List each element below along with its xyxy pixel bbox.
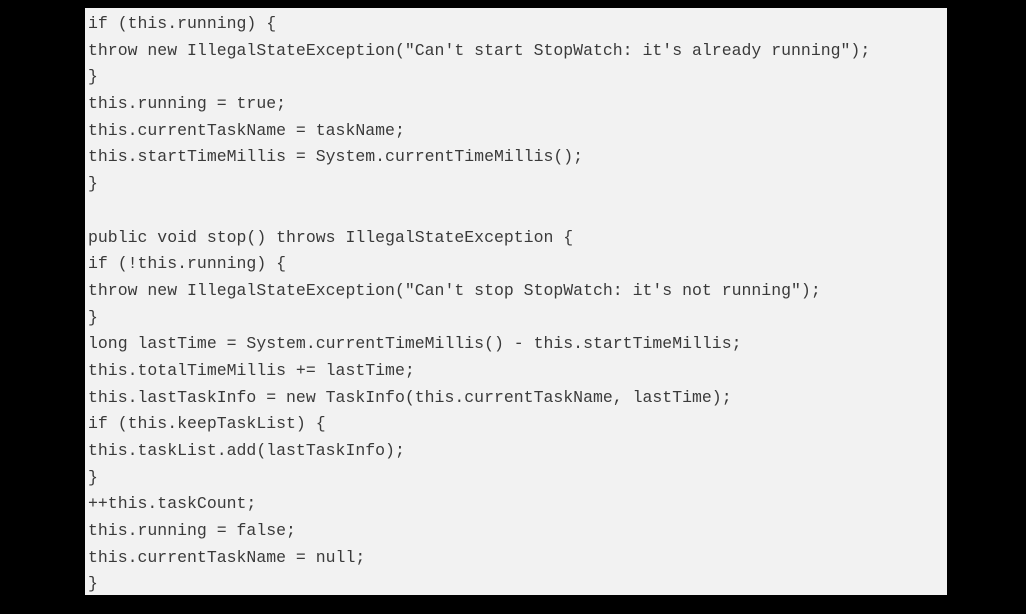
code-line: this.totalTimeMillis += lastTime; (88, 360, 415, 380)
code-line: if (this.running) { (88, 14, 277, 33)
code-line: } (88, 467, 98, 487)
code-line: this.currentTaskName = taskName; (88, 120, 405, 140)
code-line: ++this.taskCount; (88, 494, 257, 514)
code-line: } (88, 67, 98, 87)
code-line: throw new IllegalStateException("Can't s… (88, 40, 871, 60)
code-line: if (this.keepTaskList) { (88, 414, 326, 434)
code-line: long lastTime = System.currentTimeMillis… (88, 334, 742, 354)
code-line: this.lastTaskInfo = new TaskInfo(this.cu… (88, 387, 732, 407)
code-line: this.taskList.add(lastTaskInfo); (88, 441, 405, 460)
code-line: if (!this.running) { (88, 254, 287, 274)
code-line: this.running = true; (88, 94, 287, 114)
code-line: this.running = false; (88, 521, 296, 541)
code-line: } (88, 574, 98, 594)
code-line: this.currentTaskName = null; (88, 547, 366, 567)
code-line: } (88, 307, 98, 327)
code-line: } (88, 174, 98, 194)
code-block: if (this.running) { throw new IllegalSta… (85, 8, 947, 595)
code-line: throw new IllegalStateException("Can't s… (88, 280, 821, 300)
code-line: this.startTimeMillis = System.currentTim… (88, 147, 584, 167)
code-line: public void stop() throws IllegalStateEx… (88, 227, 574, 247)
